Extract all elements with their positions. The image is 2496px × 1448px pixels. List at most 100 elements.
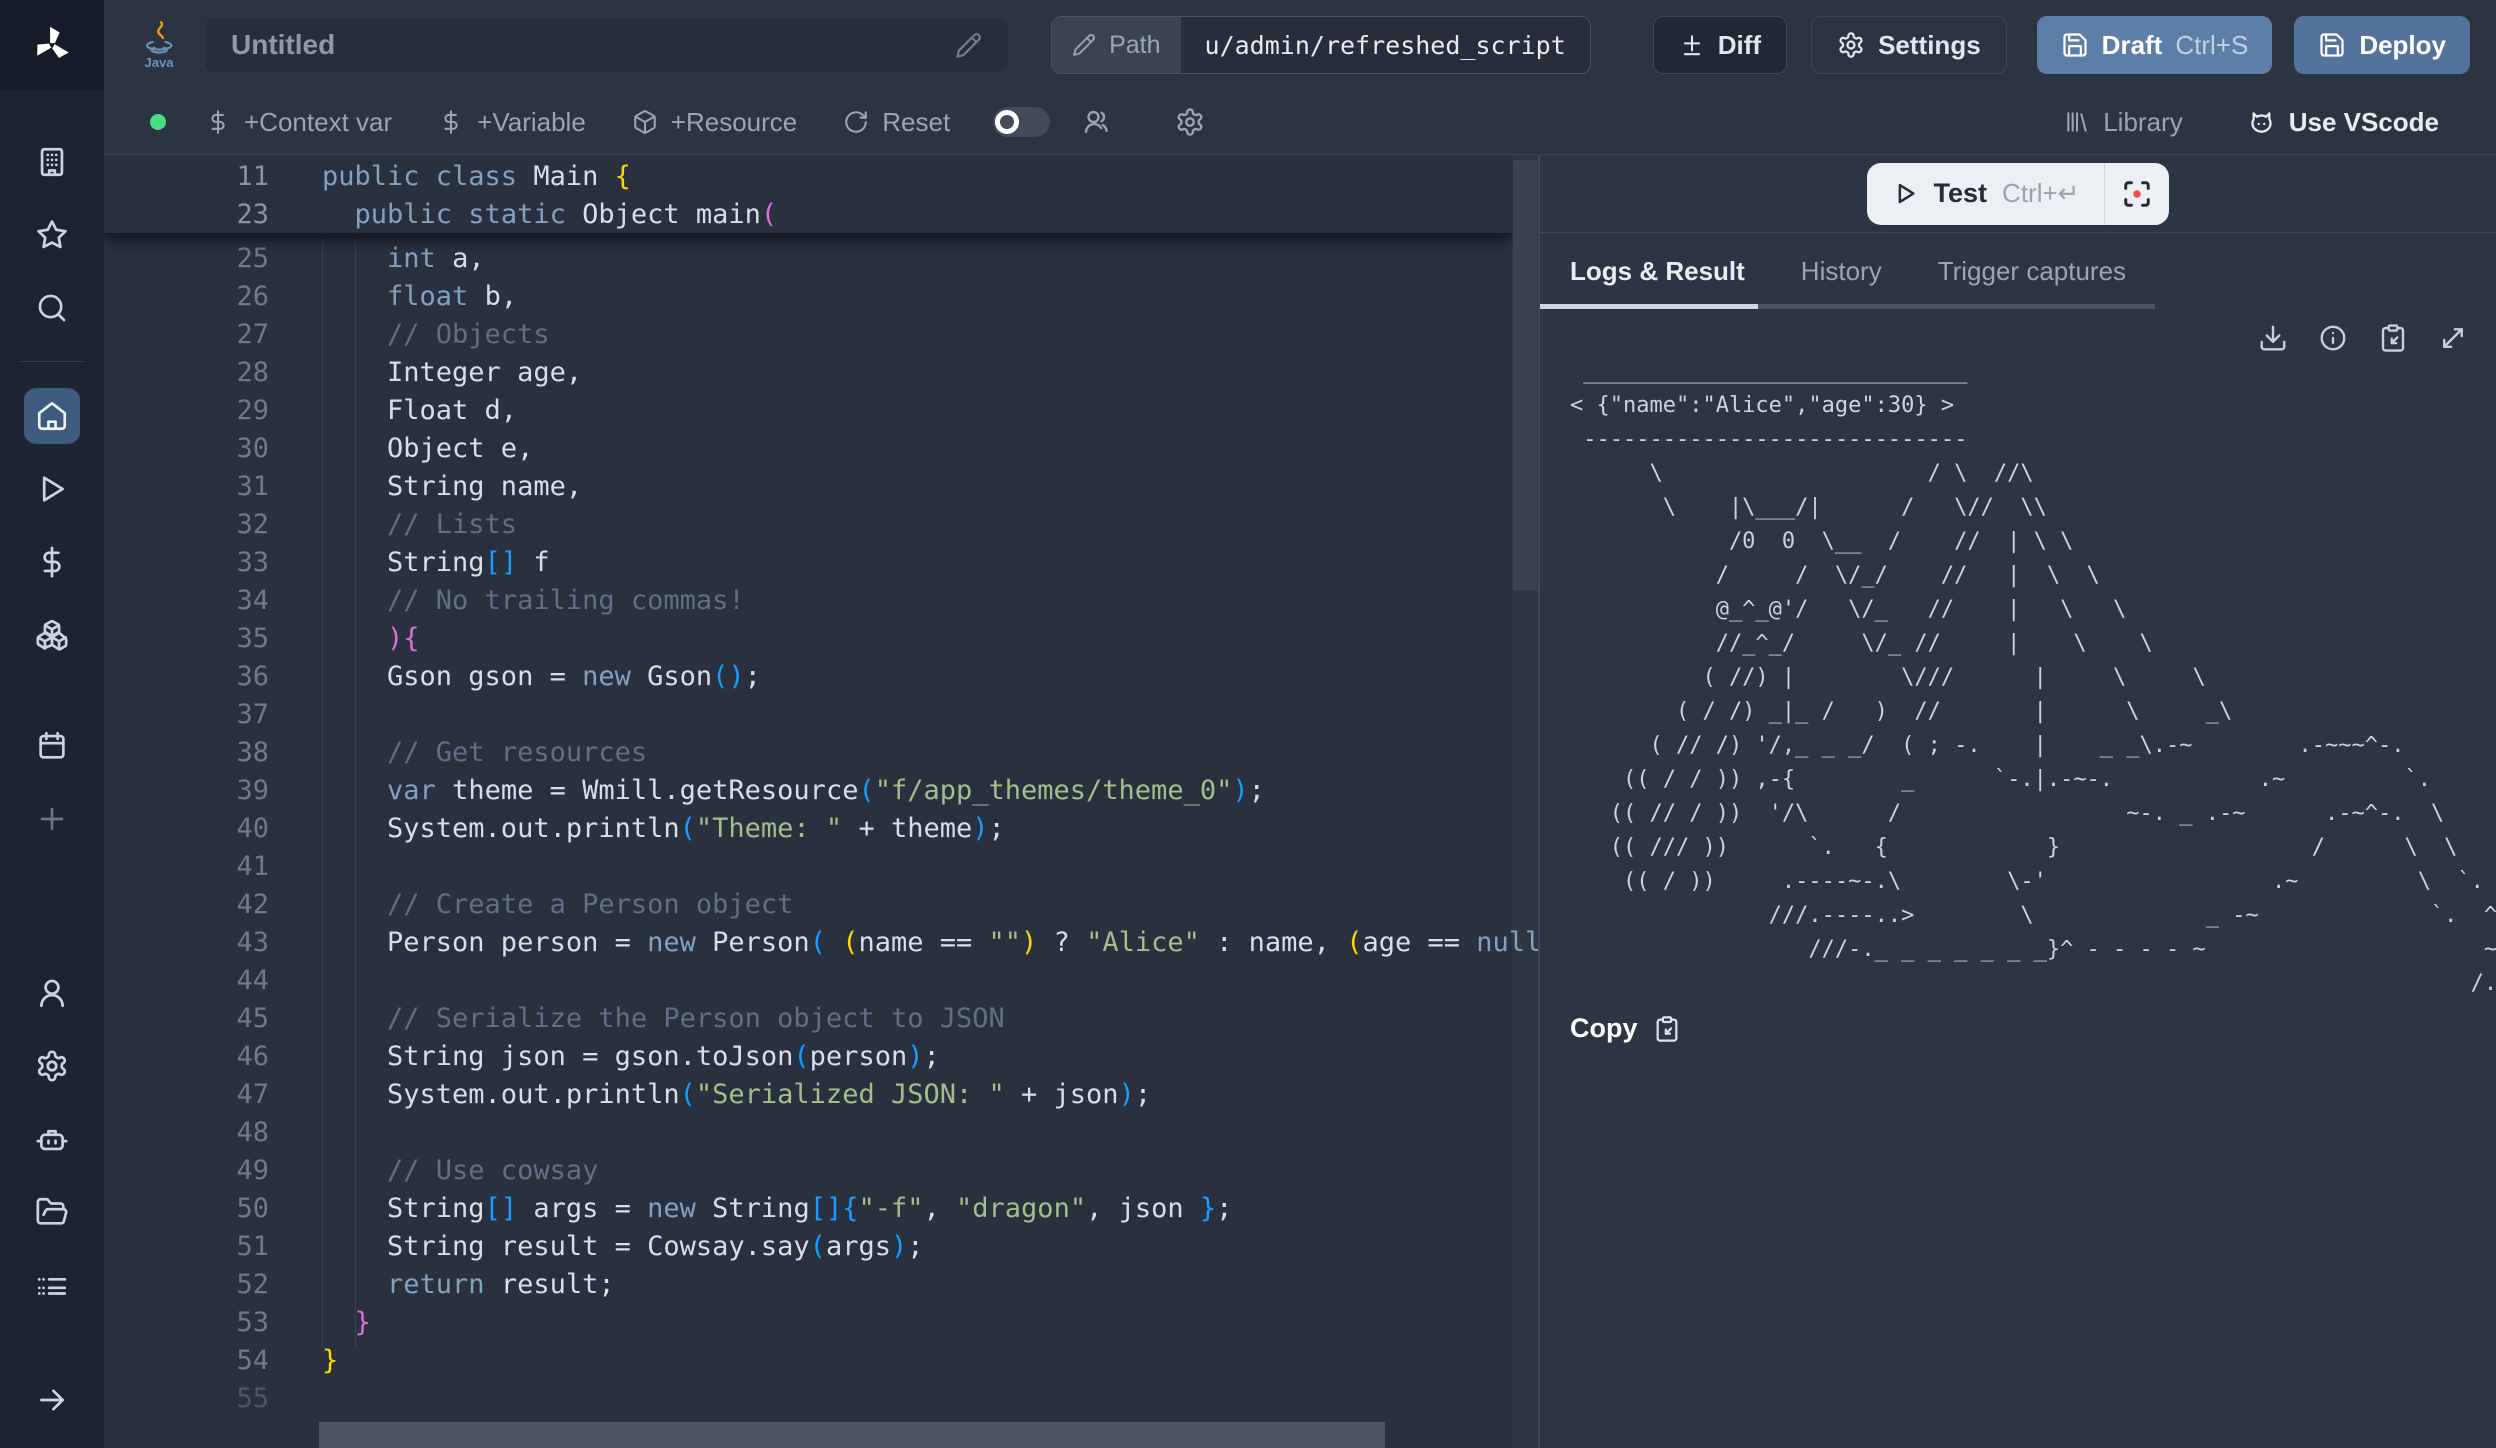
code-line-45[interactable]: 45 // Serialize the Person object to JSO… (104, 999, 1512, 1037)
code-line-43[interactable]: 43 Person person = new Person( (name == … (104, 923, 1512, 961)
code-line-48[interactable]: 48 (104, 1113, 1512, 1151)
sidebar-item-add[interactable] (24, 791, 80, 847)
sidebar-item-favorites[interactable] (24, 207, 80, 263)
code-line-52[interactable]: 52 return result; (104, 1265, 1512, 1303)
code-line-27[interactable]: 27 // Objects (104, 315, 1512, 353)
capture-button[interactable] (2105, 163, 2169, 225)
preview-panel: Test Ctrl+↵ Logs & Result History Trigge… (1538, 155, 2496, 1448)
line-number: 33 (104, 547, 269, 578)
sidebar-item-home[interactable] (24, 388, 80, 444)
code-line-36[interactable]: 36 Gson gson = new Gson(); (104, 657, 1512, 695)
code-line-26[interactable]: 26 float b, (104, 277, 1512, 315)
code-line-47[interactable]: 47 System.out.println("Serialized JSON: … (104, 1075, 1512, 1113)
draft-button[interactable]: Draft Ctrl+S (2037, 16, 2273, 74)
sidebar-item-runs[interactable] (24, 461, 80, 517)
toggle-knob (995, 110, 1019, 134)
code-line-33[interactable]: 33 String[] f (104, 543, 1512, 581)
code-line-50[interactable]: 50 String[] args = new String[]{"-f", "d… (104, 1189, 1512, 1227)
sidebar-item-schedules[interactable] (24, 718, 80, 774)
sidebar-item-audit-logs[interactable] (24, 1257, 80, 1313)
sidebar-item-folders[interactable] (24, 1184, 80, 1240)
code-line-49[interactable]: 49 // Use cowsay (104, 1151, 1512, 1189)
code-line-38[interactable]: 38 // Get resources (104, 733, 1512, 771)
library-button[interactable]: Library (2041, 90, 2205, 154)
code-line-37[interactable]: 37 (104, 695, 1512, 733)
line-number: 43 (104, 927, 269, 958)
code-line-31[interactable]: 31 String name, (104, 467, 1512, 505)
tab-logs-result[interactable]: Logs & Result (1570, 256, 1745, 287)
code-line-11[interactable]: 11public class Main { (104, 157, 1512, 195)
sticky-scroll-lines[interactable]: 11public class Main {23 public static Ob… (104, 155, 1512, 234)
assistant-toggle[interactable] (993, 107, 1050, 137)
code-line-41[interactable]: 41 (104, 847, 1512, 885)
script-title-field[interactable]: Untitled (204, 17, 1009, 73)
code-line-28[interactable]: 28 Integer age, (104, 353, 1512, 391)
code-line-44[interactable]: 44 (104, 961, 1512, 999)
deploy-button[interactable]: Deploy (2294, 16, 2470, 74)
editor-settings-button[interactable] (1156, 107, 1224, 137)
code-line-29[interactable]: 29 Float d, (104, 391, 1512, 429)
use-vscode-button[interactable]: Use VScode (2224, 90, 2462, 154)
editor-horizontal-scrollbar[interactable] (319, 1422, 1385, 1448)
code-line-51[interactable]: 51 String result = Cowsay.say(args); (104, 1227, 1512, 1265)
info-icon[interactable] (2318, 323, 2348, 353)
sidebar-item-settings[interactable] (24, 1038, 80, 1094)
result-output[interactable]: _____________________________ < {"name":… (1570, 355, 2496, 1001)
add-variable-button[interactable]: +Variable (415, 90, 609, 154)
dollar-icon (35, 545, 69, 579)
reset-button[interactable]: Reset (820, 90, 973, 154)
line-number: 46 (104, 1041, 269, 1072)
sidebar-item-workers[interactable] (24, 1111, 80, 1167)
add-context-var-button[interactable]: +Context var (182, 90, 415, 154)
search-icon (35, 291, 69, 325)
code-line-40[interactable]: 40 System.out.println("Theme: " + theme)… (104, 809, 1512, 847)
copy-result-button[interactable]: Copy (1570, 1013, 2496, 1044)
editor-vertical-scrollbar[interactable] (1512, 155, 1538, 1448)
edit-pencil-icon[interactable] (955, 32, 982, 59)
tab-trigger-captures[interactable]: Trigger captures (1938, 256, 2126, 287)
code-line-42[interactable]: 42 // Create a Person object (104, 885, 1512, 923)
line-number: 36 (104, 661, 269, 692)
sidebar-item-account[interactable] (24, 965, 80, 1021)
scrollbar-thumb[interactable] (1513, 160, 1537, 590)
settings-button[interactable]: Settings (1811, 16, 2007, 74)
code-editor[interactable]: 25 int a,26 float b,27 // Objects28 Inte… (104, 155, 1538, 1448)
code-line-46[interactable]: 46 String json = gson.toJson(person); (104, 1037, 1512, 1075)
draft-shortcut: Ctrl+S (2175, 30, 2248, 61)
line-number: 48 (104, 1117, 269, 1148)
code-line-35[interactable]: 35 ){ (104, 619, 1512, 657)
clipboard-paste-icon[interactable] (2378, 323, 2408, 353)
code-line-32[interactable]: 32 // Lists (104, 505, 1512, 543)
add-resource-button[interactable]: +Resource (609, 90, 820, 154)
code-line-55[interactable]: 55 (104, 1379, 1512, 1417)
download-icon[interactable] (2258, 323, 2288, 353)
code-line-23[interactable]: 23 public static Object main( (104, 195, 1512, 233)
sidebar-item-search[interactable] (24, 280, 80, 336)
multiplayer-button[interactable] (1062, 107, 1130, 137)
code-line-39[interactable]: 39 var theme = Wmill.getResource("f/app_… (104, 771, 1512, 809)
sidebar-item-workspace[interactable] (24, 134, 80, 190)
code-line-25[interactable]: 25 int a, (104, 239, 1512, 277)
sidebar-item-resources[interactable] (24, 607, 80, 663)
code-line-54[interactable]: 54} (104, 1341, 1512, 1379)
line-number: 54 (104, 1345, 269, 1376)
windmill-logo[interactable] (0, 0, 104, 90)
code-line-53[interactable]: 53 } (104, 1303, 1512, 1341)
test-button[interactable]: Test Ctrl+↵ (1867, 163, 2105, 225)
expand-icon[interactable] (2438, 323, 2468, 353)
code-line-30[interactable]: 30 Object e, (104, 429, 1512, 467)
diff-button[interactable]: Diff (1653, 16, 1787, 74)
app-window: Java Untitled Path u/admin/refreshed_scr… (0, 0, 2496, 1448)
code-line-34[interactable]: 34 // No trailing commas! (104, 581, 1512, 619)
path-field[interactable]: Path u/admin/refreshed_script (1051, 16, 1591, 74)
home-icon (35, 399, 69, 433)
line-number: 42 (104, 889, 269, 920)
dollar-icon (438, 109, 464, 135)
path-label-segment[interactable]: Path (1052, 17, 1180, 73)
tab-history[interactable]: History (1801, 256, 1882, 287)
sidebar-expand-button[interactable] (24, 1372, 80, 1428)
path-value[interactable]: u/admin/refreshed_script (1181, 17, 1590, 73)
code-lines[interactable]: 25 int a,26 float b,27 // Objects28 Inte… (104, 239, 1512, 1417)
sidebar-item-variables[interactable] (24, 534, 80, 590)
editor-toolbar: +Context var +Variable +Resource Reset (104, 90, 2496, 154)
